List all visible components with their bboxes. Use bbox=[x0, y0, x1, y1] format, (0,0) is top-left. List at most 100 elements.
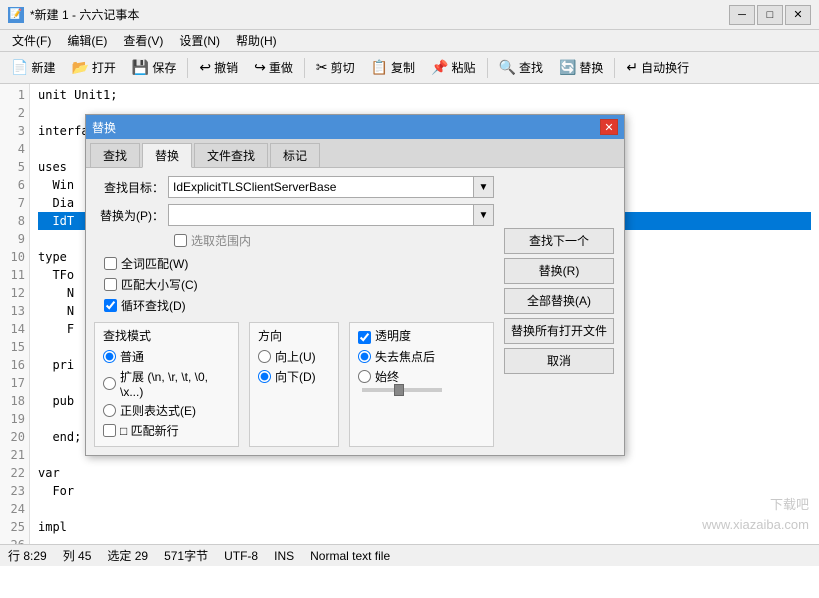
mode-regex-row: 正则表达式(E) bbox=[103, 402, 230, 419]
status-mode: INS bbox=[274, 549, 294, 563]
transp-focus-radio[interactable] bbox=[358, 350, 371, 363]
find-icon: 🔍 bbox=[499, 59, 516, 76]
copy-icon: 📋 bbox=[371, 59, 388, 76]
replace-all-open-button[interactable]: 替换所有打开文件 bbox=[504, 318, 614, 344]
direction-down-radio[interactable] bbox=[258, 370, 271, 383]
tab-file-find[interactable]: 文件查找 bbox=[194, 143, 268, 167]
toolbar-wordwrap[interactable]: ↵ 自动换行 bbox=[619, 55, 696, 80]
menu-settings[interactable]: 设置(N) bbox=[171, 30, 228, 51]
search-mode-group: 查找模式 普通 扩展 (\n, \r, \t, \0, \x...) 正则表达式… bbox=[94, 322, 239, 447]
toolbar-save-label: 保存 bbox=[152, 59, 176, 76]
toolbar-undo[interactable]: ↩ 撤销 bbox=[192, 55, 245, 80]
replace-icon: 🔄 bbox=[559, 59, 576, 76]
find-input[interactable] bbox=[168, 176, 474, 198]
replace-combo-arrow[interactable]: ▼ bbox=[474, 204, 494, 226]
mode-normal-label: 普通 bbox=[120, 348, 144, 365]
toolbar-open[interactable]: 📂 打开 bbox=[64, 55, 122, 80]
scope-label: 选取范围内 bbox=[191, 232, 251, 249]
maximize-button[interactable]: □ bbox=[757, 5, 783, 25]
mode-extended-row: 扩展 (\n, \r, \t, \0, \x...) bbox=[103, 368, 230, 399]
menu-view[interactable]: 查看(V) bbox=[115, 30, 171, 51]
menu-edit[interactable]: 编辑(E) bbox=[59, 30, 115, 51]
transp-always-radio[interactable] bbox=[358, 370, 371, 383]
menu-file[interactable]: 文件(F) bbox=[4, 30, 59, 51]
undo-icon: ↩ bbox=[199, 59, 211, 76]
window-title: *新建 1 - 六六记事本 bbox=[30, 6, 139, 23]
toolbar-cut-label: 剪切 bbox=[331, 59, 355, 76]
toolbar-replace[interactable]: 🔄 替换 bbox=[552, 55, 610, 80]
replace-button[interactable]: 替换(R) bbox=[504, 258, 614, 284]
dialog-close-button[interactable]: ✕ bbox=[600, 119, 618, 135]
toolbar-save[interactable]: 💾 保存 bbox=[125, 55, 183, 80]
match-case-checkbox[interactable] bbox=[104, 278, 117, 291]
transp-focus-label: 失去焦点后 bbox=[375, 348, 435, 365]
whole-word-checkbox[interactable] bbox=[104, 257, 117, 270]
menu-bar: 文件(F) 编辑(E) 查看(V) 设置(N) 帮助(H) bbox=[0, 30, 819, 52]
match-case-label: 匹配大小写(C) bbox=[121, 276, 198, 293]
mode-regex-radio[interactable] bbox=[103, 404, 116, 417]
transparency-title: 透明度 bbox=[375, 327, 411, 344]
status-bar: 行 8:29 列 45 选定 29 571字节 UTF-8 INS Normal… bbox=[0, 544, 819, 566]
search-mode-title: 查找模式 bbox=[103, 327, 230, 344]
find-label: 查找目标： bbox=[94, 179, 164, 196]
cut-icon: ✂ bbox=[316, 59, 328, 76]
scope-checkbox[interactable] bbox=[174, 234, 187, 247]
direction-group: 方向 向上(U) 向下(D) bbox=[249, 322, 339, 447]
transparency-checkbox[interactable] bbox=[358, 331, 371, 344]
direction-up-radio[interactable] bbox=[258, 350, 271, 363]
wrap-around-label: 循环查找(D) bbox=[121, 297, 186, 314]
transparency-slider-container bbox=[362, 388, 485, 392]
match-newline-checkbox[interactable] bbox=[103, 424, 116, 437]
redo-icon: ↪ bbox=[254, 59, 266, 76]
whole-word-row: 全词匹配(W) bbox=[104, 255, 494, 272]
replace-input[interactable] bbox=[168, 204, 474, 226]
toolbar-new-label: 新建 bbox=[31, 59, 55, 76]
status-encoding: UTF-8 bbox=[224, 549, 258, 563]
direction-title: 方向 bbox=[258, 327, 330, 344]
toolbar-new[interactable]: 📄 新建 bbox=[4, 55, 62, 80]
dialog-tabs: 查找 替换 文件查找 标记 bbox=[86, 139, 624, 168]
toolbar-copy[interactable]: 📋 复制 bbox=[364, 55, 422, 80]
find-next-button[interactable]: 查找下一个 bbox=[504, 228, 614, 254]
wrap-around-row: 循环查找(D) bbox=[104, 297, 494, 314]
toolbar-find[interactable]: 🔍 查找 bbox=[492, 55, 550, 80]
status-type: Normal text file bbox=[310, 549, 390, 563]
match-newline-label: □ 匹配新行 bbox=[120, 422, 179, 439]
match-case-row: 匹配大小写(C) bbox=[104, 276, 494, 293]
replace-label: 替换为(P)： bbox=[94, 207, 164, 224]
wrap-around-checkbox[interactable] bbox=[104, 299, 117, 312]
status-row: 行 8:29 bbox=[8, 547, 47, 564]
toolbar-open-label: 打开 bbox=[92, 59, 116, 76]
tab-find[interactable]: 查找 bbox=[90, 143, 140, 167]
window-close-button[interactable]: ✕ bbox=[785, 5, 811, 25]
match-newline-row: □ 匹配新行 bbox=[103, 422, 230, 439]
transp-always-row: 始终 bbox=[358, 368, 485, 385]
mode-extended-radio[interactable] bbox=[103, 377, 116, 390]
toolbar-copy-label: 复制 bbox=[391, 59, 415, 76]
replace-all-button[interactable]: 全部替换(A) bbox=[504, 288, 614, 314]
toolbar-sep-2 bbox=[304, 58, 305, 78]
toolbar-sep-3 bbox=[487, 58, 488, 78]
toolbar-wordwrap-label: 自动换行 bbox=[641, 59, 689, 76]
toolbar-paste[interactable]: 📌 粘贴 bbox=[424, 55, 482, 80]
cancel-button[interactable]: 取消 bbox=[504, 348, 614, 374]
toolbar-sep-4 bbox=[614, 58, 615, 78]
transparency-slider-thumb[interactable] bbox=[394, 384, 404, 396]
find-combo-arrow[interactable]: ▼ bbox=[474, 176, 494, 198]
mode-normal-row: 普通 bbox=[103, 348, 230, 365]
toolbar-paste-label: 粘贴 bbox=[452, 59, 476, 76]
tab-mark[interactable]: 标记 bbox=[270, 143, 320, 167]
transp-focus-row: 失去焦点后 bbox=[358, 348, 485, 365]
toolbar-sep-1 bbox=[187, 58, 188, 78]
paste-icon: 📌 bbox=[431, 59, 448, 76]
mode-normal-radio[interactable] bbox=[103, 350, 116, 363]
toolbar-redo[interactable]: ↪ 重做 bbox=[247, 55, 300, 80]
status-col: 列 45 bbox=[63, 547, 92, 564]
minimize-button[interactable]: ─ bbox=[729, 5, 755, 25]
open-icon: 📂 bbox=[71, 59, 88, 76]
menu-help[interactable]: 帮助(H) bbox=[228, 30, 285, 51]
toolbar-undo-label: 撤销 bbox=[214, 59, 238, 76]
toolbar-cut[interactable]: ✂ 剪切 bbox=[309, 55, 362, 80]
options-section: 查找模式 普通 扩展 (\n, \r, \t, \0, \x...) 正则表达式… bbox=[94, 322, 494, 447]
tab-replace[interactable]: 替换 bbox=[142, 143, 192, 168]
